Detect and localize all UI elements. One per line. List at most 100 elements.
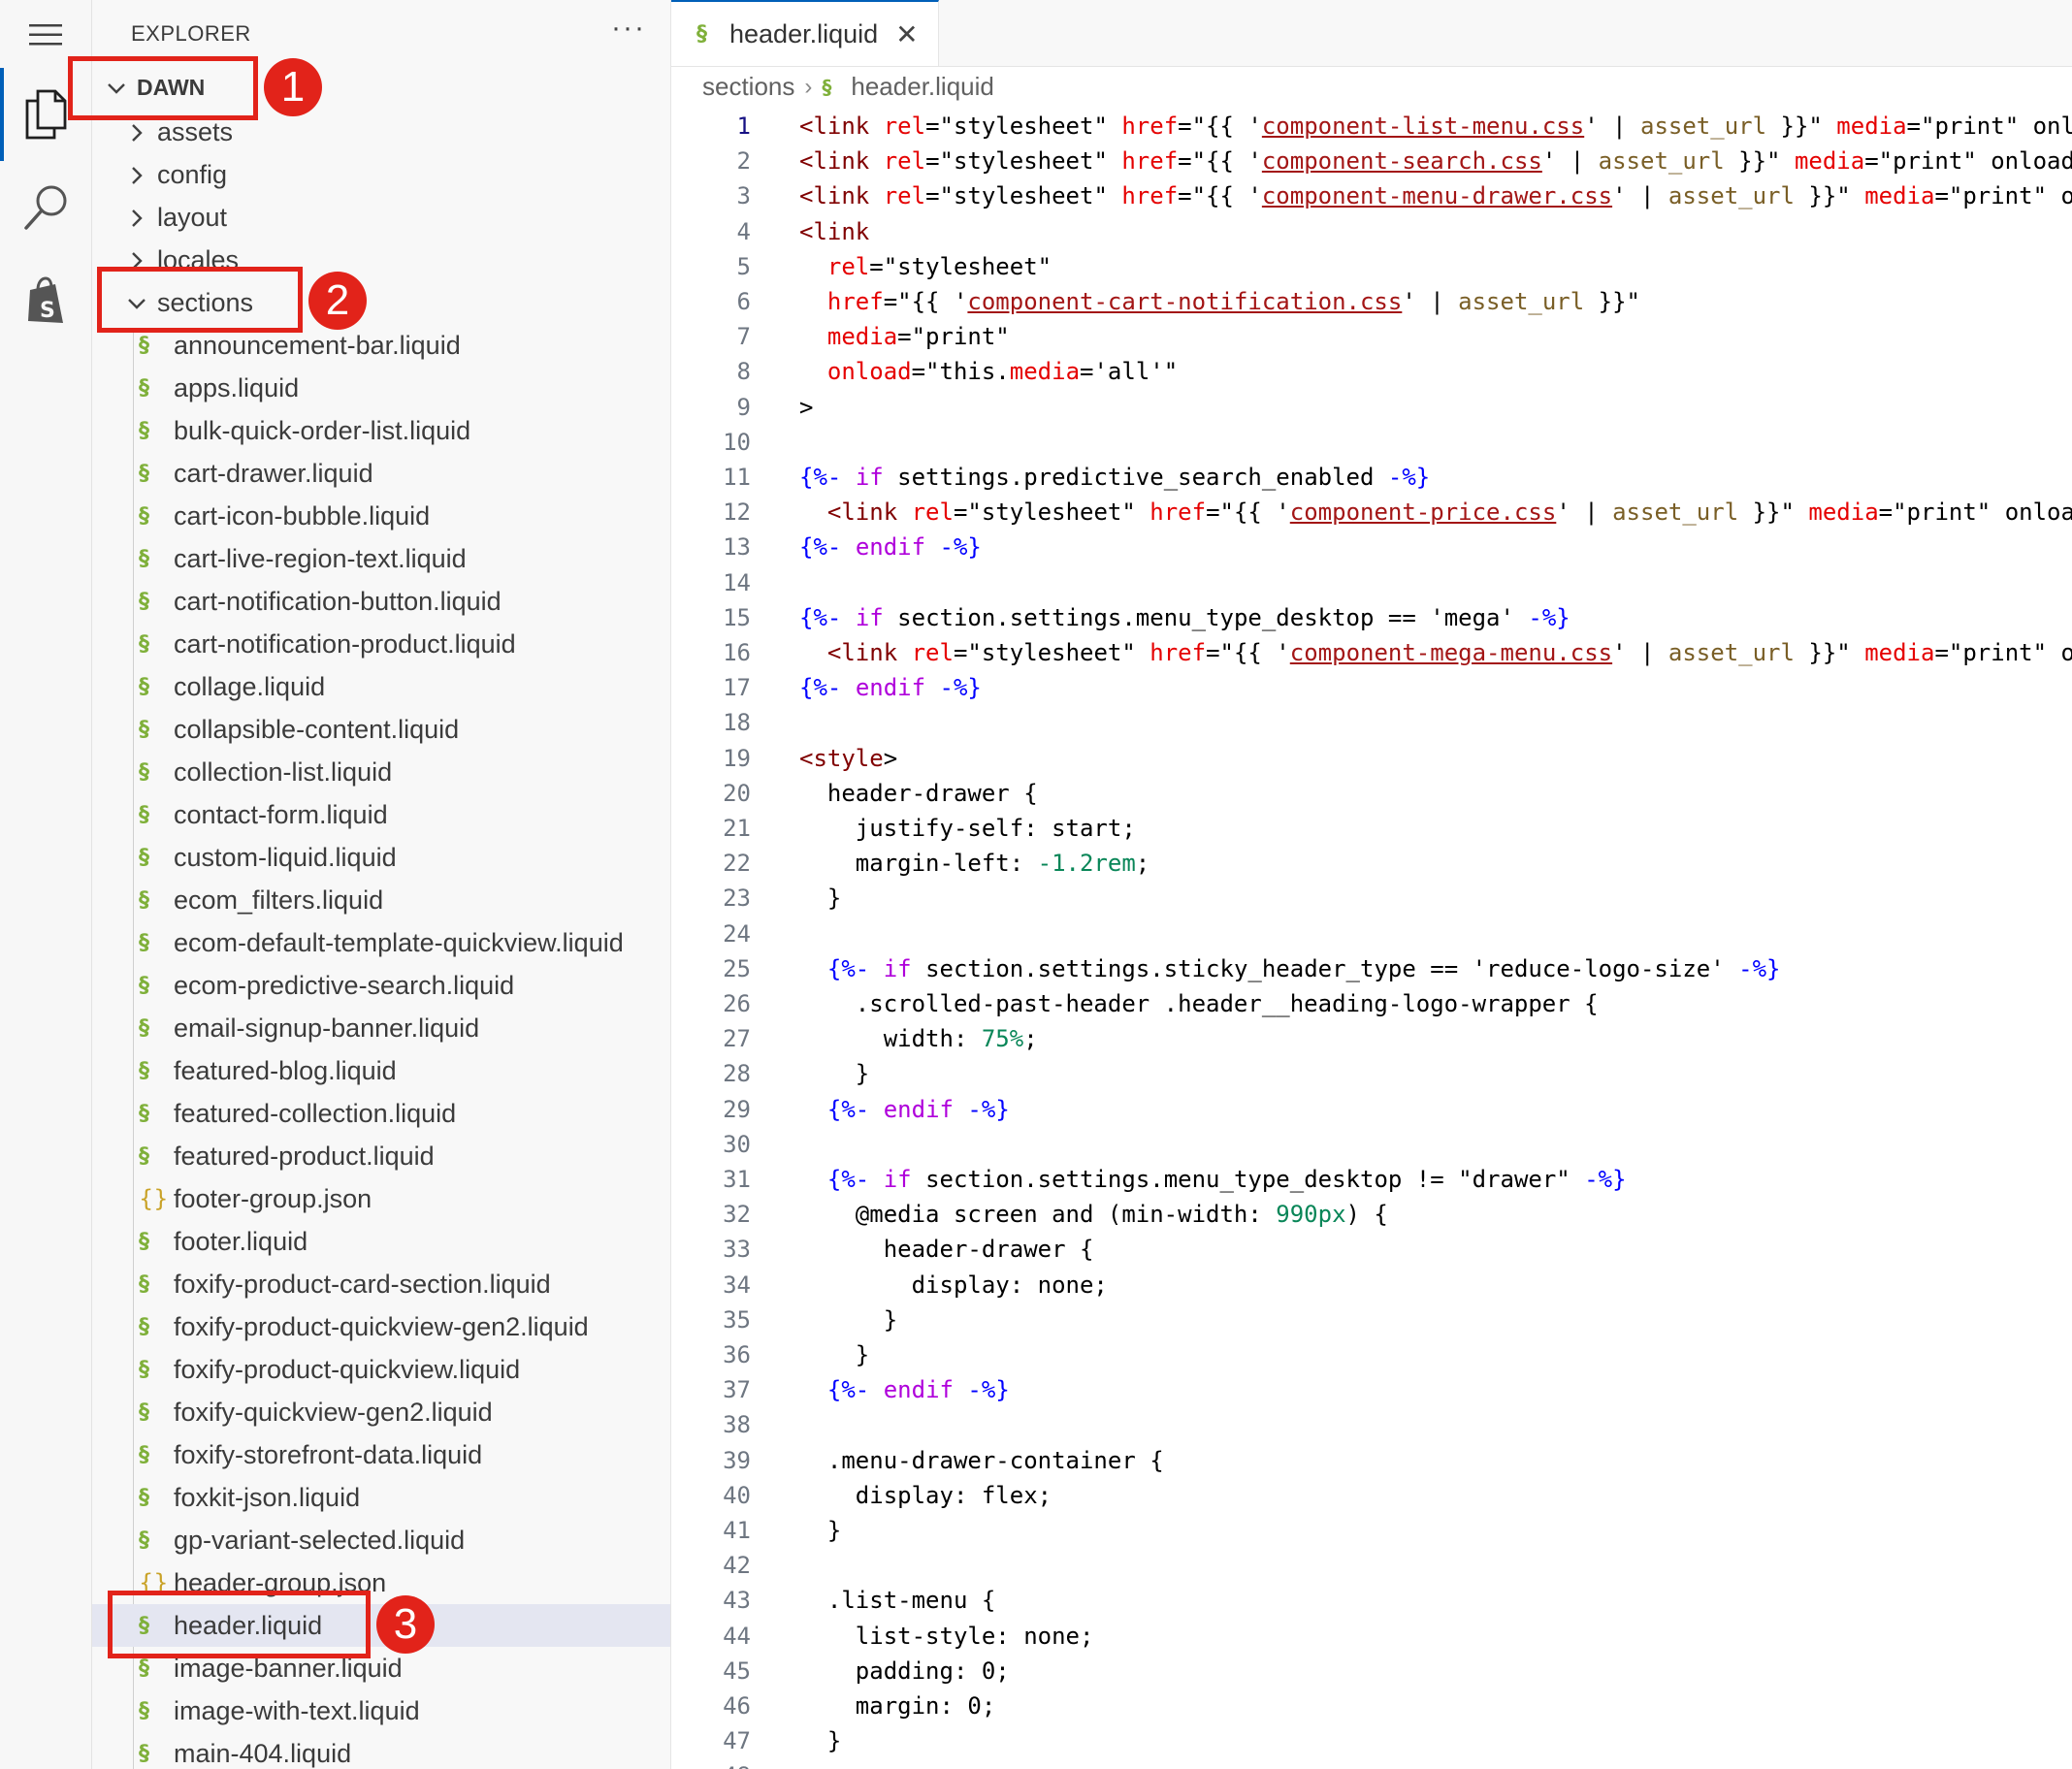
file-item[interactable]: § foxify-storefront-data.liquid: [92, 1433, 670, 1476]
file-item[interactable]: § collapsible-content.liquid: [92, 708, 670, 751]
file-item[interactable]: § main-404.liquid: [92, 1732, 670, 1769]
menu-icon[interactable]: [0, 14, 91, 56]
close-icon[interactable]: ✕: [895, 18, 918, 50]
file-item[interactable]: § ecom_filters.liquid: [92, 879, 670, 921]
file-item[interactable]: § cart-icon-bubble.liquid: [92, 495, 670, 537]
code-line[interactable]: 3 <link rel="stylesheet" href="{{ 'compon…: [671, 178, 2072, 213]
liquid-file-icon: §: [139, 1271, 149, 1297]
file-item[interactable]: § cart-live-region-text.liquid: [92, 537, 670, 580]
file-item[interactable]: § collage.liquid: [92, 665, 670, 708]
file-item[interactable]: § image-with-text.liquid: [92, 1689, 670, 1732]
code-line[interactable]: 36 }: [671, 1337, 2072, 1372]
file-item[interactable]: § foxify-product-card-section.liquid: [92, 1263, 670, 1305]
folder-label: config: [157, 159, 228, 189]
code-line[interactable]: 7 media="print": [671, 319, 2072, 354]
code-line[interactable]: 41 }: [671, 1513, 2072, 1548]
code-line[interactable]: 9 >: [671, 390, 2072, 425]
code-line[interactable]: 18: [671, 705, 2072, 740]
code-text: <style>: [799, 744, 898, 772]
code-line[interactable]: 21 justify-self: start;: [671, 811, 2072, 846]
file-item[interactable]: § featured-product.liquid: [92, 1135, 670, 1177]
code-line[interactable]: 4 <link: [671, 214, 2072, 249]
code-line[interactable]: 35 }: [671, 1303, 2072, 1337]
code-line[interactable]: 32 @media screen and (min-width: 990px) …: [671, 1197, 2072, 1232]
code-line[interactable]: 46 margin: 0;: [671, 1689, 2072, 1723]
more-actions-icon[interactable]: ···: [611, 12, 646, 45]
file-item[interactable]: § apps.liquid: [92, 367, 670, 409]
callout-badge-2: 2: [308, 272, 367, 330]
file-item[interactable]: § foxkit-json.liquid: [92, 1476, 670, 1519]
code-line[interactable]: 16 <link rel="stylesheet" href="{{ 'comp…: [671, 635, 2072, 670]
file-item[interactable]: § foxify-quickview-gen2.liquid: [92, 1391, 670, 1433]
file-item[interactable]: § cart-notification-button.liquid: [92, 580, 670, 623]
file-item[interactable]: § collection-list.liquid: [92, 751, 670, 793]
code-line[interactable]: 29 {%- endif -%}: [671, 1092, 2072, 1127]
code-line[interactable]: 22 margin-left: -1.2rem;: [671, 846, 2072, 881]
code-line[interactable]: 48: [671, 1758, 2072, 1769]
code-line[interactable]: 47 }: [671, 1723, 2072, 1758]
folder-layout[interactable]: layout: [92, 196, 670, 239]
file-item[interactable]: § cart-notification-product.liquid: [92, 623, 670, 665]
code-line[interactable]: 11 {%- if settings.predictive_search_enab…: [671, 460, 2072, 495]
breadcrumb-folder[interactable]: sections: [702, 72, 794, 102]
file-item[interactable]: § custom-liquid.liquid: [92, 836, 670, 879]
file-item[interactable]: § featured-blog.liquid: [92, 1049, 670, 1092]
tab-header-liquid[interactable]: § header.liquid ✕: [671, 0, 939, 66]
code-line[interactable]: 33 header-drawer {: [671, 1232, 2072, 1267]
code-line[interactable]: 40 display: flex;: [671, 1478, 2072, 1513]
file-item[interactable]: {} footer-group.json: [92, 1177, 670, 1220]
code-line[interactable]: 45 padding: 0;: [671, 1654, 2072, 1689]
code-line[interactable]: 10: [671, 425, 2072, 460]
code-line[interactable]: 14: [671, 565, 2072, 600]
file-item[interactable]: § email-signup-banner.liquid: [92, 1007, 670, 1049]
file-item[interactable]: § contact-form.liquid: [92, 793, 670, 836]
code-text: header-drawer {: [799, 779, 1038, 807]
file-item[interactable]: § featured-collection.liquid: [92, 1092, 670, 1135]
code-line[interactable]: 43 .list-menu {: [671, 1583, 2072, 1618]
folder-config[interactable]: config: [92, 153, 670, 196]
code-line[interactable]: 25 {%- if section.settings.sticky_header…: [671, 951, 2072, 986]
code-line[interactable]: 26 .scrolled-past-header .header__headin…: [671, 986, 2072, 1021]
code-line[interactable]: 1 <link rel="stylesheet" href="{{ 'compon…: [671, 109, 2072, 144]
file-item[interactable]: § foxify-product-quickview.liquid: [92, 1348, 670, 1391]
code-line[interactable]: 20 header-drawer {: [671, 776, 2072, 811]
file-item[interactable]: § cart-drawer.liquid: [92, 452, 670, 495]
search-icon[interactable]: [0, 177, 91, 239]
code-line[interactable]: 24: [671, 917, 2072, 951]
code-line[interactable]: 28 }: [671, 1056, 2072, 1091]
liquid-file-icon: §: [139, 418, 149, 443]
code-line[interactable]: 17 {%- endif -%}: [671, 670, 2072, 705]
code-line[interactable]: 15 {%- if section.settings.menu_type_desk…: [671, 600, 2072, 635]
file-item[interactable]: § bulk-quick-order-list.liquid: [92, 409, 670, 452]
liquid-file-icon: §: [139, 717, 149, 742]
code-line[interactable]: 30: [671, 1127, 2072, 1162]
code-line[interactable]: 34 display: none;: [671, 1268, 2072, 1303]
code-line[interactable]: 31 {%- if section.settings.menu_type_des…: [671, 1162, 2072, 1197]
file-label: footer.liquid: [174, 1226, 308, 1256]
code-line[interactable]: 23 }: [671, 881, 2072, 916]
file-item[interactable]: § ecom-default-template-quickview.liquid: [92, 921, 670, 964]
file-label: foxify-product-quickview.liquid: [174, 1354, 521, 1384]
line-number: 3: [736, 182, 751, 210]
code-line[interactable]: 5 rel="stylesheet": [671, 249, 2072, 284]
code-line[interactable]: 37 {%- endif -%}: [671, 1372, 2072, 1407]
line-number: 47: [723, 1727, 751, 1755]
file-item[interactable]: § gp-variant-selected.liquid: [92, 1519, 670, 1561]
code-line[interactable]: 13 {%- endif -%}: [671, 530, 2072, 564]
code-line[interactable]: 38: [671, 1407, 2072, 1442]
file-item[interactable]: § foxify-product-quickview-gen2.liquid: [92, 1305, 670, 1348]
shopify-icon[interactable]: S: [0, 270, 91, 332]
code-line[interactable]: 2 <link rel="stylesheet" href="{{ 'compon…: [671, 144, 2072, 178]
code-line[interactable]: 8 onload="this.media='all'": [671, 354, 2072, 389]
code-line[interactable]: 39 .menu-drawer-container {: [671, 1443, 2072, 1478]
code-line[interactable]: 42: [671, 1548, 2072, 1583]
code-line[interactable]: 19 <style>: [671, 741, 2072, 776]
code-line[interactable]: 6 href="{{ 'component-cart-notification.…: [671, 284, 2072, 319]
code-line[interactable]: 27 width: 75%;: [671, 1021, 2072, 1056]
code-line[interactable]: 44 list-style: none;: [671, 1619, 2072, 1654]
file-item[interactable]: § ecom-predictive-search.liquid: [92, 964, 670, 1007]
file-item[interactable]: § footer.liquid: [92, 1220, 670, 1263]
breadcrumb-file[interactable]: header.liquid: [851, 72, 993, 102]
editor-area: § header.liquid ✕ sections › § header.li…: [671, 0, 2072, 1769]
code-line[interactable]: 12 <link rel="stylesheet" href="{{ 'comp…: [671, 495, 2072, 530]
